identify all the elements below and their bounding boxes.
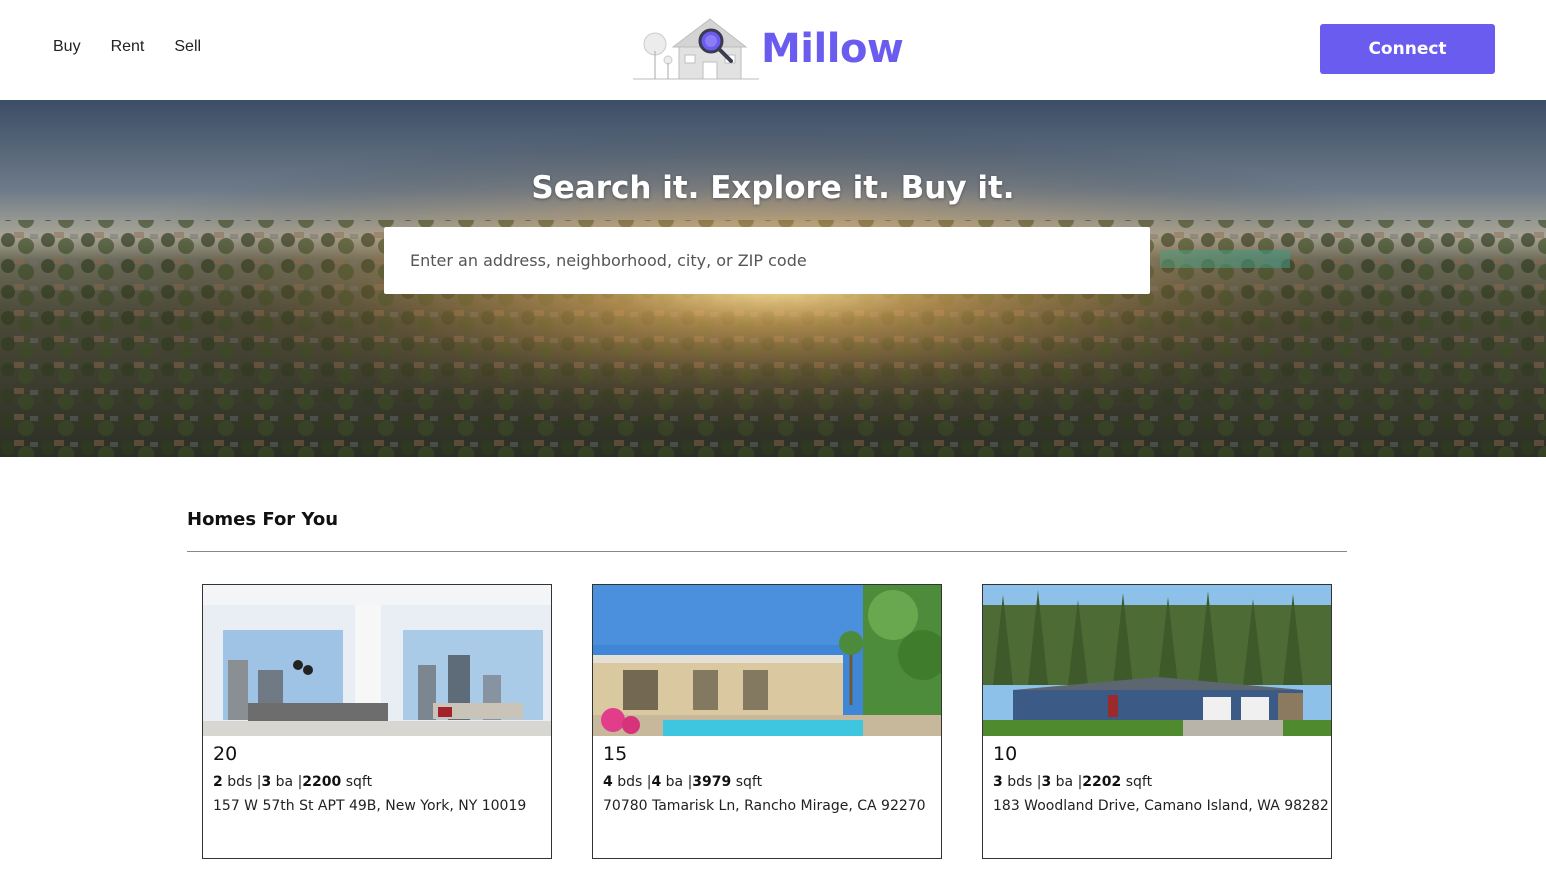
beds-label: bds bbox=[1007, 774, 1033, 790]
home-address: 183 Woodland Drive, Camano Island, WA 98… bbox=[993, 798, 1329, 814]
home-card[interactable]: 20 2 bds |3 ba |2200 sqft 157 W 57th St … bbox=[202, 584, 552, 859]
section-title: Homes For You bbox=[187, 509, 339, 530]
sqft-count: 3979 bbox=[692, 774, 732, 790]
home-card[interactable]: 15 4 bds |4 ba |3979 sqft 70780 Tamarisk… bbox=[592, 584, 942, 859]
home-price: 10 bbox=[993, 743, 1018, 765]
home-address: 70780 Tamarisk Ln, Rancho Mirage, CA 922… bbox=[603, 798, 926, 814]
home-address: 157 W 57th St APT 49B, New York, NY 1001… bbox=[213, 798, 527, 814]
baths-label: ba bbox=[275, 774, 294, 790]
home-card[interactable]: 10 3 bds |3 ba |2202 sqft 183 Woodland D… bbox=[982, 584, 1332, 859]
home-specs: 2 bds |3 ba |2200 sqft bbox=[213, 774, 372, 790]
baths-count: 3 bbox=[1041, 774, 1052, 790]
nav-link-rent[interactable]: Rent bbox=[111, 38, 145, 56]
home-specs: 4 bds |4 ba |3979 sqft bbox=[603, 774, 762, 790]
connect-button[interactable]: Connect bbox=[1320, 24, 1495, 74]
beds-count: 3 bbox=[993, 774, 1003, 790]
section-divider bbox=[187, 551, 1347, 552]
baths-label: ba bbox=[1055, 774, 1074, 790]
brand-name: Millow bbox=[761, 26, 904, 72]
sqft-label: sqft bbox=[735, 774, 763, 790]
brand-logo[interactable]: Millow bbox=[633, 15, 904, 83]
sqft-label: sqft bbox=[1125, 774, 1153, 790]
home-photo-image bbox=[203, 585, 551, 736]
sqft-label: sqft bbox=[345, 774, 373, 790]
hero-banner: Search it. Explore it. Buy it. bbox=[0, 100, 1546, 457]
hero-title: Search it. Explore it. Buy it. bbox=[531, 170, 1015, 206]
home-price: 15 bbox=[603, 743, 628, 765]
baths-count: 4 bbox=[651, 774, 662, 790]
search-input[interactable] bbox=[384, 227, 1150, 294]
beds-label: bds bbox=[227, 774, 253, 790]
baths-label: ba bbox=[665, 774, 684, 790]
nav-links: Buy Rent Sell bbox=[53, 38, 201, 56]
navbar: Buy Rent Sell Millow Connect bbox=[0, 0, 1546, 100]
home-photo-image bbox=[593, 585, 941, 736]
nav-link-sell[interactable]: Sell bbox=[174, 38, 201, 56]
sqft-count: 2200 bbox=[302, 774, 342, 790]
home-specs: 3 bds |3 ba |2202 sqft bbox=[993, 774, 1152, 790]
sqft-count: 2202 bbox=[1082, 774, 1122, 790]
beds-count: 4 bbox=[603, 774, 613, 790]
home-price: 20 bbox=[213, 743, 238, 765]
house-search-logo-icon bbox=[633, 18, 759, 80]
baths-count: 3 bbox=[261, 774, 272, 790]
beds-count: 2 bbox=[213, 774, 223, 790]
beds-label: bds bbox=[617, 774, 643, 790]
nav-link-buy[interactable]: Buy bbox=[53, 38, 81, 56]
home-photo-image bbox=[983, 585, 1331, 736]
